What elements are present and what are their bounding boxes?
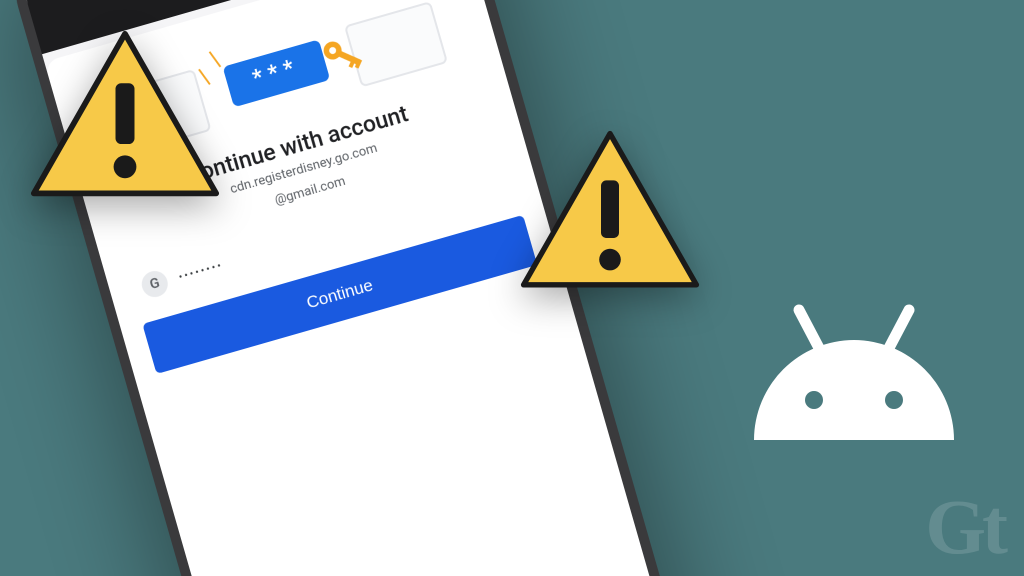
warning-icon	[520, 130, 700, 288]
warning-icon	[30, 30, 220, 197]
password-chip-icon: ***	[223, 39, 331, 107]
google-g-icon: G	[139, 268, 171, 300]
illustration-box-right	[344, 1, 448, 87]
android-icon	[744, 300, 964, 450]
gt-watermark: Gt	[925, 488, 1004, 566]
password-masked: ••••••••	[177, 258, 225, 283]
